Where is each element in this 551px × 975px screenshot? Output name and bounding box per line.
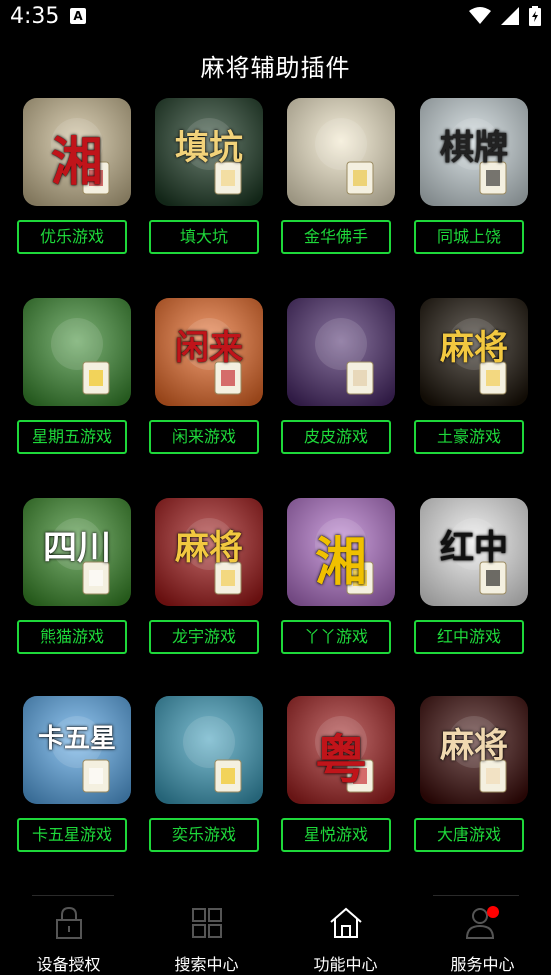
youle-xiang-icon[interactable]: 湘 <box>23 98 131 206</box>
status-bar: 4:35 A <box>0 0 551 34</box>
notification-dot <box>486 906 499 918</box>
status-icons <box>469 6 541 26</box>
icon-text: 粤 <box>314 730 367 791</box>
game-label-button[interactable]: 龙宇游戏 <box>149 620 259 654</box>
tongcheng-shangrao-icon[interactable]: 棋牌 <box>420 98 528 206</box>
game-card[interactable]: 红中红中游戏 <box>414 498 530 663</box>
game-label-button[interactable]: 金华佛手 <box>281 220 391 254</box>
hongzhong-icon[interactable]: 红中 <box>420 498 528 606</box>
game-label-button[interactable]: 丫丫游戏 <box>281 620 391 654</box>
user-icon <box>465 906 499 939</box>
game-label-button[interactable]: 皮皮游戏 <box>281 420 391 454</box>
yaya-girl-icon[interactable]: 湘 <box>287 498 395 606</box>
icon-text: 湘 <box>314 532 367 593</box>
battery-icon <box>529 6 541 26</box>
xingqiwu-girl-icon[interactable] <box>23 298 131 406</box>
game-card[interactable]: 粤星悦游戏 <box>281 696 397 861</box>
tab-search-center[interactable]: 搜索中心 <box>138 895 275 974</box>
signal-icon <box>501 7 519 25</box>
xianlai-girl-icon[interactable]: 闲来 <box>155 298 263 406</box>
pipi-girl-icon[interactable] <box>287 298 395 406</box>
icon-text: 湘 <box>50 132 103 193</box>
lock-icon <box>55 906 82 939</box>
game-label-button[interactable]: 红中游戏 <box>414 620 524 654</box>
icon-text: 填坑 <box>175 128 243 168</box>
game-card[interactable]: 麻将大唐游戏 <box>414 696 530 861</box>
game-card[interactable]: 麻将龙宇游戏 <box>149 498 265 663</box>
game-card[interactable]: 皮皮游戏 <box>281 298 397 463</box>
page-title: 麻将辅助插件 <box>200 54 351 82</box>
icon-text: 红中 <box>440 528 508 568</box>
game-card[interactable]: 麻将土豪游戏 <box>414 298 530 463</box>
datang-mahjong-icon[interactable]: 麻将 <box>420 696 528 804</box>
tab-label: 设备授权 <box>36 955 101 974</box>
buddha-hand-icon[interactable] <box>287 98 395 206</box>
tab-device-auth[interactable]: 设备授权 <box>0 895 137 974</box>
yile-girl-icon[interactable] <box>155 696 263 804</box>
game-card[interactable]: 湘优乐游戏 <box>17 98 133 263</box>
icon-text: 闲来 <box>175 328 243 368</box>
wifi-icon <box>469 7 491 24</box>
icon-text: 卡五星 <box>37 724 116 754</box>
game-label-button[interactable]: 大唐游戏 <box>414 818 524 852</box>
icon-text: 四川 <box>43 528 111 568</box>
game-label-button[interactable]: 奕乐游戏 <box>149 818 259 852</box>
game-label-button[interactable]: 星悦游戏 <box>281 818 391 852</box>
notification-a-icon: A <box>70 8 86 24</box>
game-card[interactable]: 奕乐游戏 <box>149 696 265 861</box>
game-card[interactable]: 棋牌同城上饶 <box>414 98 530 263</box>
tab-function-center[interactable]: 功能中心 <box>277 895 414 974</box>
bottom-tab-bar: 设备授权 搜索中心 功能中心 服务中心 <box>0 895 551 974</box>
icon-text: 麻将 <box>440 726 508 766</box>
game-label-button[interactable]: 同城上饶 <box>414 220 524 254</box>
game-card[interactable]: 湘丫丫游戏 <box>281 498 397 663</box>
longyu-mahjong-icon[interactable]: 麻将 <box>155 498 263 606</box>
status-time: 4:35 <box>10 4 60 29</box>
game-label-button[interactable]: 填大坑 <box>149 220 259 254</box>
tuhao-mahjong-icon[interactable]: 麻将 <box>420 298 528 406</box>
grid-icon <box>191 908 222 938</box>
game-card[interactable]: 闲来闲来游戏 <box>149 298 265 463</box>
tiandakeng-icon[interactable]: 填坑 <box>155 98 263 206</box>
icon-text: 麻将 <box>175 528 243 568</box>
game-card[interactable]: 金华佛手 <box>281 98 397 263</box>
game-card[interactable]: 星期五游戏 <box>17 298 133 463</box>
game-label-button[interactable]: 熊猫游戏 <box>17 620 127 654</box>
icon-text: 棋牌 <box>440 128 508 168</box>
xingyue-mahjong-icon[interactable]: 粤 <box>287 696 395 804</box>
game-card[interactable]: 填坑填大坑 <box>149 98 265 263</box>
tab-label: 服务中心 <box>450 955 515 974</box>
panda-icon[interactable]: 四川 <box>23 498 131 606</box>
game-label-button[interactable]: 闲来游戏 <box>149 420 259 454</box>
game-label-button[interactable]: 星期五游戏 <box>17 420 127 454</box>
game-label-button[interactable]: 土豪游戏 <box>414 420 524 454</box>
game-label-button[interactable]: 优乐游戏 <box>17 220 127 254</box>
tab-service-center[interactable]: 服务中心 <box>414 895 551 974</box>
game-card[interactable]: 卡五星卡五星游戏 <box>17 696 133 861</box>
game-card[interactable]: 四川熊猫游戏 <box>17 498 133 663</box>
home-icon <box>329 907 362 938</box>
kawuxing-girl-icon[interactable]: 卡五星 <box>23 696 131 804</box>
icon-text: 麻将 <box>440 328 508 368</box>
tab-label: 搜索中心 <box>174 955 239 974</box>
tab-label: 功能中心 <box>313 955 378 974</box>
game-label-button[interactable]: 卡五星游戏 <box>17 818 127 852</box>
